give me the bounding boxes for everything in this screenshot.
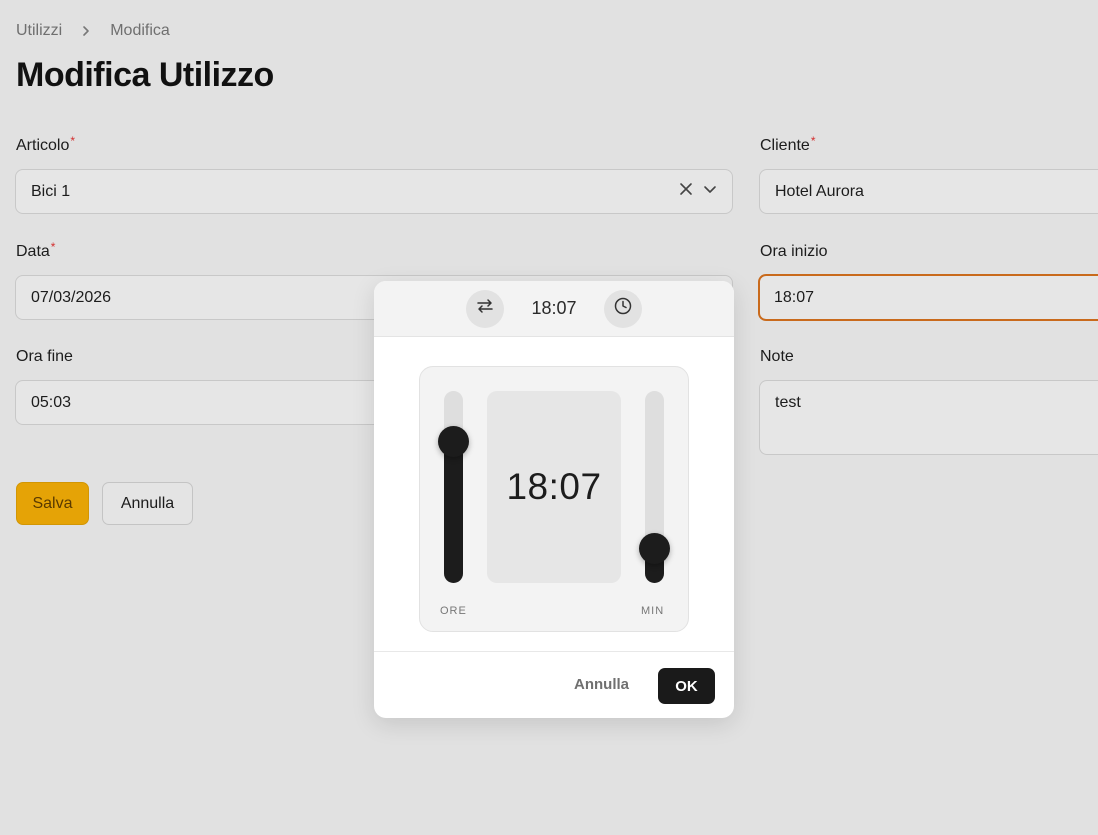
cancel-button[interactable]: Annulla — [102, 482, 193, 525]
time-picker-footer: Annulla OK — [374, 651, 734, 718]
breadcrumb-parent[interactable]: Utilizzi — [16, 22, 62, 40]
articolo-select[interactable]: Bici 1 — [15, 169, 733, 214]
chevron-right-icon — [80, 25, 92, 37]
save-button[interactable]: Salva — [16, 482, 89, 525]
required-marker: * — [50, 240, 56, 254]
time-picker-body: 18:07 ORE MIN — [419, 366, 689, 632]
note-value: test — [775, 394, 801, 411]
clock-icon — [613, 296, 633, 321]
clear-icon[interactable] — [679, 182, 693, 201]
time-picker-popover: 18:07 18:07 ORE MIN Annulla OK — [374, 281, 734, 718]
note-textarea[interactable]: test — [759, 380, 1098, 455]
articolo-label: Articolo* — [16, 134, 76, 154]
time-display: 18:07 — [487, 391, 621, 583]
chevron-down-icon[interactable] — [703, 182, 717, 201]
ora-inizio-input[interactable]: 18:07 — [758, 274, 1098, 321]
cliente-input[interactable]: Hotel Aurora — [759, 169, 1098, 214]
ora-inizio-value: 18:07 — [774, 288, 815, 306]
required-marker: * — [70, 134, 76, 148]
header-time: 18:07 — [531, 298, 577, 318]
minutes-slider[interactable] — [639, 391, 670, 583]
note-label: Note — [760, 348, 794, 365]
minutes-slider-thumb[interactable] — [639, 532, 670, 564]
ora-fine-value: 05:03 — [31, 393, 72, 411]
breadcrumb: Utilizzi Modifica — [16, 22, 170, 40]
time-picker-header: 18:07 — [374, 281, 734, 337]
swap-icon — [475, 296, 495, 321]
articolo-value: Bici 1 — [31, 182, 71, 200]
hours-slider-fill — [444, 441, 463, 583]
picker-ok-button[interactable]: OK — [658, 668, 715, 704]
cliente-value: Hotel Aurora — [775, 182, 864, 200]
clock-button[interactable] — [604, 289, 642, 328]
page-title: Modifica Utilizzo — [16, 56, 274, 94]
cliente-label: Cliente* — [760, 134, 816, 154]
ora-inizio-label: Ora inizio — [760, 243, 828, 260]
breadcrumb-current: Modifica — [110, 22, 170, 39]
required-marker: * — [810, 134, 816, 148]
ora-fine-label: Ora fine — [16, 348, 73, 365]
data-value: 07/03/2026 — [31, 288, 112, 306]
hours-label: ORE — [440, 605, 467, 617]
picker-cancel-button[interactable]: Annulla — [574, 676, 629, 693]
data-label: Data* — [16, 240, 56, 260]
minutes-label: MIN — [641, 605, 665, 617]
hours-slider[interactable] — [438, 391, 469, 583]
swap-button[interactable] — [466, 289, 504, 328]
hours-slider-thumb[interactable] — [438, 426, 469, 457]
